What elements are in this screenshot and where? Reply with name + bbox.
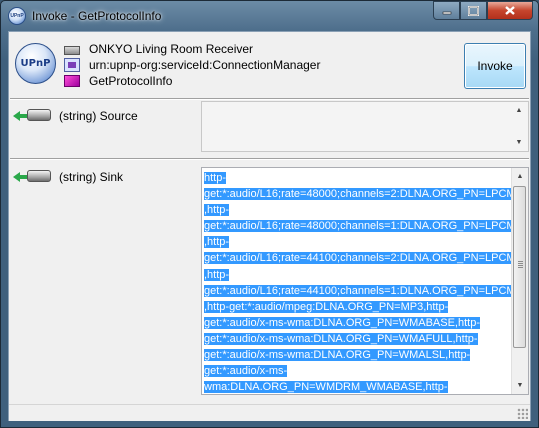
separator [10,158,529,160]
device-name: ONKYO Living Room Receiver [89,42,254,56]
sink-line-text: ,http- [204,204,230,217]
maximize-button[interactable] [460,1,487,20]
sink-line: get:*:audio/L16;rate=48000;channels=1:DL… [204,218,516,234]
sink-line-text: get:*:audio/x-ms-wma:DLNA.ORG_PN=WMALSL,… [204,349,471,362]
receiver-icon [64,45,80,55]
service-id: urn:upnp-org:serviceId:ConnectionManager [89,58,321,72]
sink-line: get:*:audio/L16;rate=44100;channels=2:DL… [204,250,516,266]
close-icon [505,6,515,15]
title-action: GetProtocolInfo [78,9,162,23]
sink-line-text: get:*:audio/L16;rate=48000;channels=2:DL… [204,188,516,201]
invoke-button[interactable]: Invoke [464,43,526,89]
sink-line-text: ,http- [204,268,230,281]
sink-line: get:*:audio/x-ms-wma:DLNA.ORG_PN=WMABASE… [204,315,512,331]
scroll-down-icon[interactable]: ▼ [511,134,527,151]
sink-line: get:*:audio/x-ms-wma:DLNA.ORG_PN=WMAFULL… [204,331,512,347]
param-sink: (string) Sink [13,169,123,185]
sink-value[interactable]: http-get:*:audio/L16;rate=48000;channels… [204,170,516,394]
scroll-up-icon[interactable]: ▲ [511,102,527,119]
sink-line: ,http-get:*:audio/mpeg:DLNA.ORG_PN=MP3,h… [204,299,512,315]
upnp-logo-icon: UPnP [15,43,56,84]
sink-textbox[interactable]: http-get:*:audio/L16;rate=48000;channels… [201,167,529,395]
sink-line: get:*:audio/L16;rate=44100;channels=1:DL… [204,283,516,299]
action-row: GetProtocolInfo [64,73,172,89]
sink-line-text: ,http-get:*:audio/mpeg:DLNA.ORG_PN=MP3,h… [204,300,449,313]
action-icon [64,75,80,87]
minimize-icon [442,11,451,14]
source-scrollbar[interactable]: ▲ ▼ [511,102,528,151]
sink-scrollbar[interactable]: ▲ ▼ [511,168,528,394]
client-area: UPnP ONKYO Living Room Receiver urn:upnp… [8,31,531,421]
sink-line-text: ,http- [204,236,230,249]
sink-line-text: http- [204,172,227,184]
sink-line-text: get:*:audio/L16;rate=48000;channels=1:DL… [204,220,516,233]
title-bar[interactable]: UPnP Invoke - GetProtocolInfo [1,1,538,31]
sink-line-text: wma:DLNA.ORG_PN=WMDRM_WMABASE,http- [204,381,448,394]
resize-grip-icon[interactable] [517,408,528,419]
sink-line: get:*:audio/x-ms-wma:DLNA.ORG_PN=WMALSL,… [204,347,512,363]
separator [10,98,529,100]
service-icon [64,58,80,72]
device-row: ONKYO Living Room Receiver [64,41,253,57]
invoke-window: UPnP Invoke - GetProtocolInfo UPnP ONKYO… [0,0,539,428]
sink-line: http- [204,170,512,186]
scroll-up-icon[interactable]: ▲ [512,168,528,185]
window-title: Invoke - GetProtocolInfo [32,9,161,23]
sink-line-text: get:*:audio/L16;rate=44100;channels=1:DL… [204,284,516,297]
param-sink-label: (string) Sink [59,170,124,184]
input-arrow-disk-icon [13,108,51,124]
sink-line: ,http- [204,267,512,283]
input-arrow-disk-icon [13,169,51,185]
param-source: (string) Source [13,108,138,124]
sink-line: ,http- [204,234,512,250]
title-prefix: Invoke [32,9,68,23]
sink-line-text: get:*:audio/x-ms-wma:DLNA.ORG_PN=WMAFULL… [204,332,478,345]
scroll-thumb[interactable] [513,186,526,348]
title-separator: - [67,9,79,23]
scroll-down-icon[interactable]: ▼ [512,377,528,394]
grip-icon [518,261,523,269]
sink-line-text: get:*:audio/x-ms-wma:DLNA.ORG_PN=WMABASE… [204,316,480,329]
sink-line-text: get:*:audio/L16;rate=44100;channels=2:DL… [204,252,516,265]
sink-line-text: get:*:audio/x-ms- [204,365,288,378]
sink-line: wma:DLNA.ORG_PN=WMDRM_WMABASE,http- [204,379,512,394]
sink-line: ,http- [204,202,512,218]
caption-buttons [433,1,533,21]
maximize-icon [468,5,479,16]
status-bar [9,404,530,421]
sink-line: get:*:audio/L16;rate=48000;channels=2:DL… [204,186,516,202]
upnp-app-icon: UPnP [8,7,26,25]
action-name: GetProtocolInfo [89,74,173,88]
minimize-button[interactable] [433,1,460,20]
close-button[interactable] [487,1,533,20]
service-row: urn:upnp-org:serviceId:ConnectionManager [64,57,320,73]
sink-line: get:*:audio/x-ms- [204,363,512,379]
param-source-label: (string) Source [59,109,138,123]
source-textbox[interactable]: ▲ ▼ [201,101,529,152]
